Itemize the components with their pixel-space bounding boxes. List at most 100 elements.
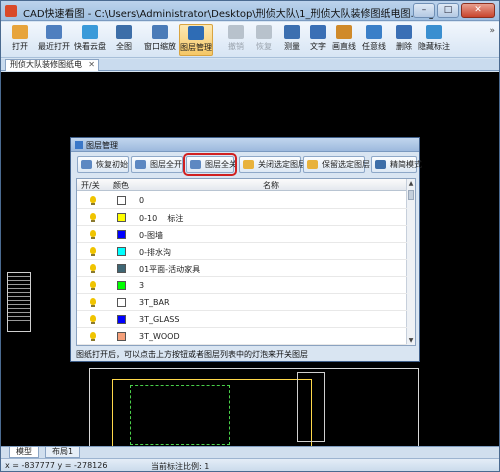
document-tab-label: 刑侦大队装修图纸电 [10,60,82,69]
all-layers-on-button[interactable]: 图层全开 [131,156,183,173]
layout-tab-bar: 模型 布局1 [1,446,499,458]
maximize-button[interactable]: □ [437,3,459,18]
eraser-icon [396,25,412,39]
layer-name: 0-图墙 [139,231,163,240]
simple-mode-button[interactable]: 精简模式 [371,156,422,173]
layer-color-swatch[interactable] [117,196,126,205]
lightbulb-icon[interactable] [90,298,96,307]
lightbulb-icon[interactable] [90,213,96,222]
layer-color-swatch[interactable] [117,247,126,256]
simple-mode-icon [375,160,386,169]
drawing-dimension-lines [130,385,230,445]
freehand-icon [366,25,382,39]
close-selected-layer-button[interactable]: 关闭选定图层 [239,156,306,173]
window-controls: – □ ✕ [413,3,495,18]
layers-icon [188,26,204,40]
toolbar-button-5[interactable]: 图层管理 [179,24,213,56]
layer-row[interactable]: 0-图墙 [77,226,407,243]
layer-row[interactable]: 0-10 标注 [77,209,407,226]
toolbar-button-label: 删除 [396,42,412,51]
toolbar-button-2[interactable]: 快看云盘 [73,24,107,56]
column-header-toggle[interactable]: 开/关 [81,180,100,191]
zoom-window-icon [152,25,168,39]
toolbar-button-10[interactable]: 画直线 [327,24,361,56]
layer-color-swatch[interactable] [117,264,126,273]
layer-color-swatch[interactable] [117,213,126,222]
toolbar-button-label: 打开 [12,42,28,51]
layer-color-swatch[interactable] [117,230,126,239]
text-icon [310,25,326,39]
column-header-color[interactable]: 颜色 [113,180,129,191]
lightbulb-icon[interactable] [90,315,96,324]
toolbar-button-label: 隐藏标注 [418,42,450,51]
scrollbar-thumb[interactable] [408,190,414,200]
button-label: 精简模式 [390,160,422,169]
layer-color-swatch[interactable] [117,315,126,324]
dialog-hint-text: 图纸打开后，可以点击上方按钮或者图层列表中的灯泡来开关图层 [76,350,308,359]
tab-model[interactable]: 模型 [9,447,39,458]
lightbulb-icon[interactable] [90,230,96,239]
app-logo-icon [5,5,17,17]
drawing-title-block [297,372,325,442]
toolbar-button-1[interactable]: 最近打开 [37,24,71,56]
toolbar-button-label: 窗口缩放 [144,42,176,51]
lightbulb-icon[interactable] [90,247,96,256]
layer-row[interactable]: 3T_GLASS [77,311,407,328]
toolbar-button-11[interactable]: 任意线 [357,24,391,56]
layer-color-swatch[interactable] [117,298,126,307]
button-label: 图层全开 [150,160,182,169]
restore-icon [81,160,92,169]
main-toolbar: 打开 最近打开 快看云盘 全图 窗口缩放 图层管理 撤销 恢复 测量 文字 画直线 任意线 删除 隐藏标注… [1,22,499,58]
toolbar-button-0[interactable]: 打开 [3,24,37,56]
layers-icon [75,141,83,149]
all-layers-off-button[interactable]: 图层全关 [183,153,237,176]
layer-name: 01平面-活动家具 [139,265,201,274]
keep-selected-layer-button[interactable]: 保留选定图层 [303,156,370,173]
document-tab-bar: 刑侦大队装修图纸电 ✕ [1,59,499,71]
layer-table-scrollbar[interactable]: ▲ ▼ [406,179,415,345]
layer-name: 0-排水沟 [139,248,171,257]
toolbar-overflow-icon[interactable]: » [489,26,495,36]
layer-row[interactable]: 0 [77,192,407,209]
layer-row[interactable]: 3T_BAR [77,294,407,311]
lightbulb-icon[interactable] [90,264,96,273]
layer-row[interactable]: 01平面-活动家具 [77,260,407,277]
layer-color-swatch[interactable] [117,281,126,290]
layer-name: 3T_BAR [139,298,170,307]
close-tab-icon[interactable]: ✕ [88,60,95,70]
toolbar-button-label: 图层管理 [180,43,212,52]
layer-row[interactable]: 0-排水沟 [77,243,407,260]
tab-layout1[interactable]: 布局1 [45,447,81,458]
scroll-up-icon[interactable]: ▲ [407,179,415,188]
button-label: 图层全关 [205,160,237,169]
lightbulb-icon[interactable] [90,332,96,341]
lightbulb-on-icon [307,160,318,169]
layer-name: 3T_WOOD [139,332,180,341]
button-label: 恢复初始 [96,160,128,169]
toolbar-button-3[interactable]: 全图 [107,24,141,56]
lightbulb-icon[interactable] [90,196,96,205]
redo-icon [256,25,272,39]
minimize-button[interactable]: – [413,3,435,18]
layer-row[interactable]: 3T_WOOD [77,328,407,345]
restore-default-button[interactable]: 恢复初始 [77,156,129,173]
toolbar-button-label: 快看云盘 [74,42,106,51]
close-button[interactable]: ✕ [461,3,495,18]
document-tab[interactable]: 刑侦大队装修图纸电 ✕ [5,59,99,71]
recent-files-icon [46,25,62,39]
scroll-down-icon[interactable]: ▼ [407,336,415,345]
layer-row[interactable]: 3 [77,277,407,294]
line-icon [336,25,352,39]
column-header-name[interactable]: 名称 [263,180,279,191]
toolbar-button-4[interactable]: 窗口缩放 [143,24,177,56]
layer-name: 0 [139,196,145,205]
toolbar-button-13[interactable]: 隐藏标注 [417,24,451,56]
layer-table: 开/关 颜色 名称 ▲ ▼ 0 0-10 标注 0-图墙 0-排水沟 01平面-活动家具… [76,178,416,346]
lightbulb-icon[interactable] [90,281,96,290]
toolbar-button-12[interactable]: 删除 [387,24,421,56]
layer-color-swatch[interactable] [117,332,126,341]
measure-icon [284,25,300,39]
toolbar-button-label: 画直线 [332,42,356,51]
layer-name: 3T_GLASS [139,315,180,324]
fit-screen-icon [116,25,132,39]
